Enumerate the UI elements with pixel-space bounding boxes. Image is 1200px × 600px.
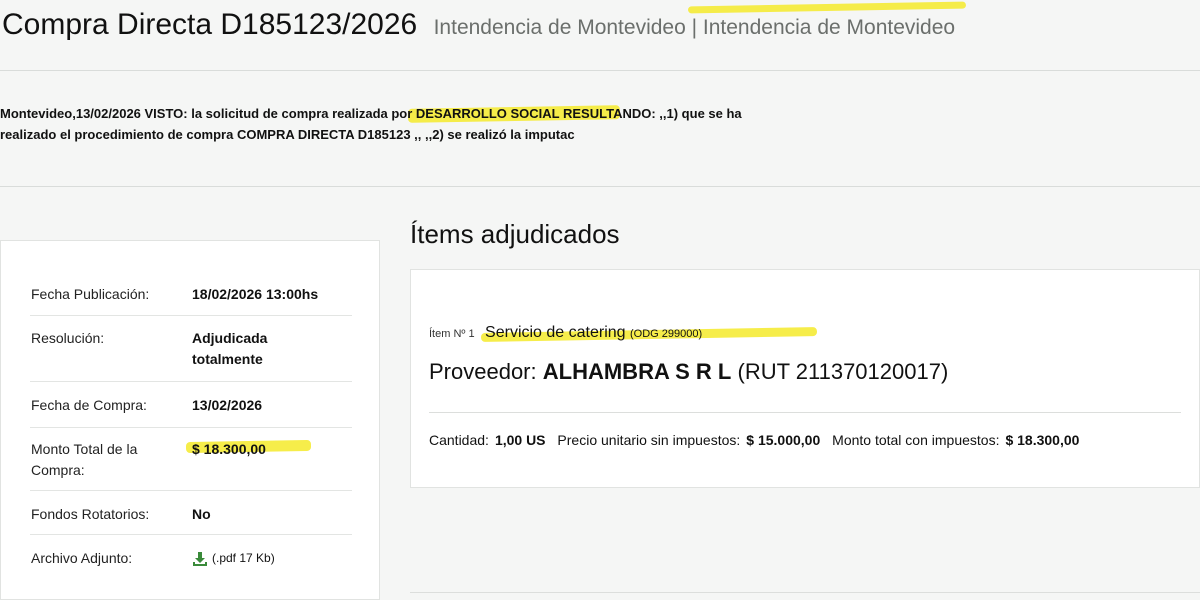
card-divider (429, 412, 1181, 413)
detail-label: Monto Total de la Compra: (31, 441, 138, 478)
bottom-divider (410, 592, 1200, 593)
provider-name: ALHAMBRA S R L (542, 359, 732, 384)
item-pricing: Cantidad: 1,00 US Precio unitario sin imp… (429, 432, 1087, 448)
description-line-1: Montevideo,13/02/2026 VISTO: la solicitu… (0, 106, 742, 121)
provider-prefix: Proveedor: (429, 359, 537, 384)
total-price-value: $ 18.300,00 (1005, 432, 1080, 448)
page-header: Compra Directa D185123/2026 Intendencia … (0, 0, 1200, 71)
quantity-label: Cantidad: (429, 432, 489, 448)
unit-price-label: Precio unitario sin impuestos: (557, 432, 741, 448)
awarded-items-title: Ítems adjudicados (410, 219, 620, 249)
item-header: Ítem Nº 1 Servicio de catering (ODG 2990… (429, 324, 702, 342)
total-price-label: Monto total con impuestos: (832, 432, 1000, 448)
detail-row-rotating-funds: Fondos Rotatorios: No (30, 490, 352, 535)
provider-line: Proveedor: ALHAMBRA S R L (RUT 211370120… (429, 359, 948, 385)
purchase-details-panel: Fecha Publicación: 18/02/2026 13:00hs Re… (0, 240, 380, 600)
awarded-item-card: Ítem Nº 1 Servicio de catering (ODG 2990… (410, 269, 1200, 488)
provider-rut: (RUT 211370120017) (737, 359, 949, 384)
title-main: Compra Directa D185123/2026 (2, 8, 418, 41)
detail-label: Resolución: (31, 330, 105, 346)
unit-price-value: $ 15.000,00 (746, 432, 821, 448)
detail-value: 13/02/2026 (192, 397, 263, 413)
purchase-description: Montevideo,13/02/2026 VISTO: la solicitu… (0, 103, 760, 145)
detail-value: Adjudicada totalmente (192, 330, 268, 367)
attachment-link[interactable]: (.pdf 17 Kb) (192, 548, 342, 569)
detail-row-resolution: Resolución: Adjudicada totalmente (30, 315, 352, 382)
description-line-2: realizado el procedimiento de compra COM… (0, 127, 575, 142)
detail-row-publication-date: Fecha Publicación: 18/02/2026 13:00hs (30, 271, 352, 316)
section-divider (0, 186, 1200, 187)
detail-value: No (192, 506, 211, 522)
detail-row-total-amount: Monto Total de la Compra: $ 18.300,00 (30, 427, 352, 491)
detail-value: 18/02/2026 13:00hs (192, 286, 319, 302)
page-title: Compra Directa D185123/2026 Intendencia … (2, 8, 955, 42)
detail-row-attachment: Archivo Adjunto: (.pdf 17 Kb) (30, 534, 352, 578)
detail-row-purchase-date: Fecha de Compra: 13/02/2026 (30, 381, 352, 428)
detail-label: Archivo Adjunto: (31, 550, 133, 566)
quantity-value: 1,00 US (494, 432, 546, 448)
item-number: Ítem Nº 1 (429, 328, 475, 340)
detail-label: Fondos Rotatorios: (31, 506, 150, 522)
title-organization: Intendencia de Montevideo | Intendencia … (433, 16, 956, 39)
detail-label: Fecha Publicación: (31, 286, 150, 302)
detail-label: Fecha de Compra: (31, 397, 147, 413)
detail-value: $ 18.300,00 (192, 441, 266, 457)
attachment-info[interactable]: (.pdf 17 Kb) (212, 548, 275, 569)
item-odg: (ODG 299000) (630, 328, 703, 340)
download-icon[interactable] (192, 551, 208, 567)
item-service: Servicio de catering (485, 324, 626, 341)
